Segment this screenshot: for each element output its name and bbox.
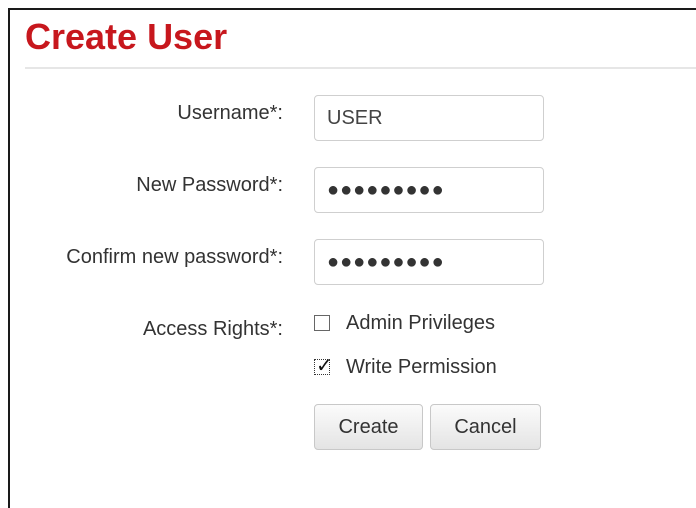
title-divider [25, 67, 696, 69]
write-permission-label: Write Permission [346, 355, 497, 378]
page-title: Create User [25, 16, 228, 57]
username-label: Username*: [177, 102, 283, 124]
confirm-password-label: Confirm new password*: [66, 246, 283, 268]
admin-privileges-label: Admin Privileges [346, 311, 495, 334]
new-password-label: New Password*: [136, 174, 283, 196]
write-permission-checkbox[interactable]: ✓ [314, 355, 333, 377]
admin-privileges-checkbox[interactable] [314, 315, 330, 331]
access-rights-label: Access Rights*: [142, 318, 283, 340]
cancel-button[interactable]: Cancel [430, 404, 541, 450]
confirm-password-field[interactable] [314, 239, 544, 285]
admin-privileges-option[interactable]: Admin Privileges [314, 308, 495, 338]
create-button[interactable]: Create [314, 404, 423, 450]
new-password-field[interactable] [314, 167, 544, 213]
username-field[interactable] [314, 95, 544, 141]
write-permission-option[interactable]: ✓ Write Permission [314, 352, 497, 382]
checkmark-icon: ✓ [316, 355, 333, 377]
